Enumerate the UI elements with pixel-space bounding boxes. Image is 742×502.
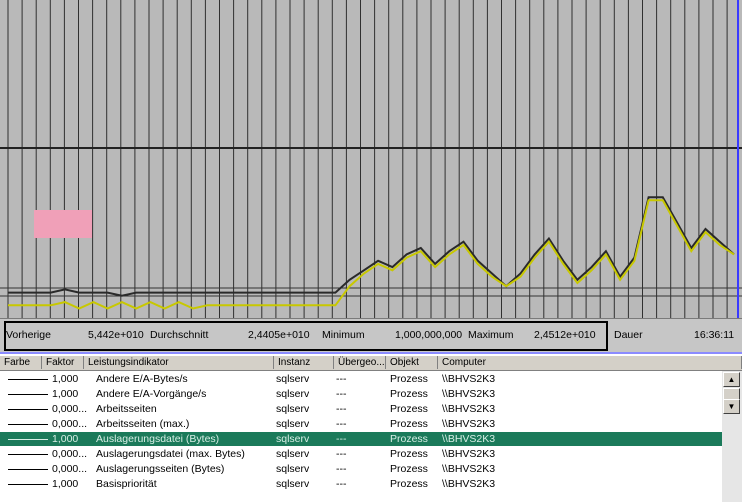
stat-max-label: Maximum [468,329,514,341]
counter-cell: Auslagerungsdatei (max. Bytes) [96,448,245,460]
instance-cell: sqlserv [276,388,310,400]
counter-cell: Auslagerungsdatei (Bytes) [96,433,220,445]
counter-cell: Arbeitsseiten (max.) [96,418,190,430]
factor-cell: 0,000... [52,448,88,460]
parent-cell: --- [336,463,347,475]
computer-cell: \\BHVS2K3 [442,388,496,400]
parent-cell: --- [336,403,347,415]
computer-cell: \\BHVS2K3 [442,448,496,460]
parent-cell: --- [336,478,347,490]
column-factor[interactable]: Faktor [42,356,84,369]
color-swatch [8,409,48,410]
computer-cell: \\BHVS2K3 [442,463,496,475]
instance-cell: sqlserv [276,418,310,430]
parent-cell: --- [336,448,347,460]
factor-cell: 0,000... [52,403,88,415]
factor-cell: 1,000 [52,433,79,445]
highlight-block [34,210,92,238]
object-cell: Prozess [390,373,428,385]
computer-cell: \\BHVS2K3 [442,433,496,445]
column-counter[interactable]: Leistungsindikator [84,356,274,369]
counter-list: 1,000 Andere E/A-Bytes/s sqlserv --- Prozess… [0,371,722,502]
counter-cell: Andere E/A-Bytes/s [96,373,188,385]
stat-min-value: 1,000,000,000 [395,329,463,341]
parent-cell: --- [336,373,347,385]
series-line [8,196,735,297]
table-row[interactable]: 0,000... Auslagerungsdatei (max. Bytes) sq… [0,447,722,461]
parent-cell: --- [336,418,347,430]
stat-avg-label: Durchschnitt [150,329,209,341]
stat-avg-value: 2,4405e+010 [248,329,310,341]
factor-cell: 0,000... [52,418,88,430]
factor-cell: 1,000 [52,373,79,385]
stat-max-value: 2,4512e+010 [534,329,596,341]
parent-cell: --- [336,433,347,445]
object-cell: Prozess [390,418,428,430]
color-swatch [8,454,48,455]
instance-cell: sqlserv [276,478,310,490]
table-row[interactable]: 0,000... Arbeitsseiten (max.) sqlserv --- Pr… [0,417,722,431]
counter-list-header: Farbe Faktor Leistungsindikator Instanz … [0,356,742,371]
factor-cell: 1,000 [52,388,79,400]
performance-graph [0,0,742,318]
counter-cell: Auslagerungsseiten (Bytes) [96,463,225,475]
factor-cell: 0,000... [52,463,88,475]
table-row[interactable]: 1,000 Auslagerungsdatei (Bytes) sqlserv ---… [0,432,722,446]
stat-min-label: Minimum [322,329,365,341]
arrow-down-icon[interactable]: ▼ [723,399,740,414]
color-swatch [8,439,48,440]
instance-cell: sqlserv [276,433,310,445]
object-cell: Prozess [390,388,428,400]
color-swatch [8,394,48,395]
computer-cell: \\BHVS2K3 [442,418,496,430]
table-row[interactable]: 1,000 Basispriorität sqlserv --- Prozess \\BH… [0,477,722,491]
stats-bar: Vorherige 5,442e+010 Durchschnitt 2,4405… [0,318,742,354]
table-row[interactable]: 0,000... Arbeitsseiten sqlserv --- Prozess \\… [0,402,722,416]
instance-cell: sqlserv [276,403,310,415]
object-cell: Prozess [390,463,428,475]
table-row[interactable]: 1,000 Andere E/A-Bytes/s sqlserv --- Prozess… [0,372,722,386]
column-object[interactable]: Objekt [386,356,438,369]
computer-cell: \\BHVS2K3 [442,373,496,385]
instance-cell: sqlserv [276,463,310,475]
table-row[interactable]: 0,000... Auslagerungsseiten (Bytes) sqlser… [0,462,722,476]
counter-cell: Arbeitsseiten [96,403,157,415]
graph-canvas [0,0,742,318]
counter-cell: Basispriorität [96,478,157,490]
instance-cell: sqlserv [276,448,310,460]
column-instance[interactable]: Instanz [274,356,334,369]
parent-cell: --- [336,388,347,400]
object-cell: Prozess [390,433,428,445]
vertical-scrollbar[interactable]: ▲ ▼ [722,371,742,502]
color-swatch [8,484,48,485]
table-row[interactable]: 1,000 Andere E/A-Vorgänge/s sqlserv --- Proz… [0,387,722,401]
factor-cell: 1,000 [52,478,79,490]
object-cell: Prozess [390,448,428,460]
stat-last-label: Vorherige [6,329,51,341]
computer-cell: \\BHVS2K3 [442,478,496,490]
stat-last-value: 5,442e+010 [88,329,144,341]
stat-duration-label: Dauer [614,329,643,341]
color-swatch [8,379,48,380]
instance-cell: sqlserv [276,373,310,385]
computer-cell: \\BHVS2K3 [442,403,496,415]
counter-cell: Andere E/A-Vorgänge/s [96,388,207,400]
column-parent[interactable]: Übergeo... [334,356,386,369]
stat-duration-value: 16:36:11 [694,329,735,341]
color-swatch [8,469,48,470]
series-line [8,199,735,310]
object-cell: Prozess [390,403,428,415]
object-cell: Prozess [390,478,428,490]
column-color[interactable]: Farbe [0,356,42,369]
color-swatch [8,424,48,425]
arrow-up-icon[interactable]: ▲ [723,372,740,387]
column-computer[interactable]: Computer [438,356,742,369]
